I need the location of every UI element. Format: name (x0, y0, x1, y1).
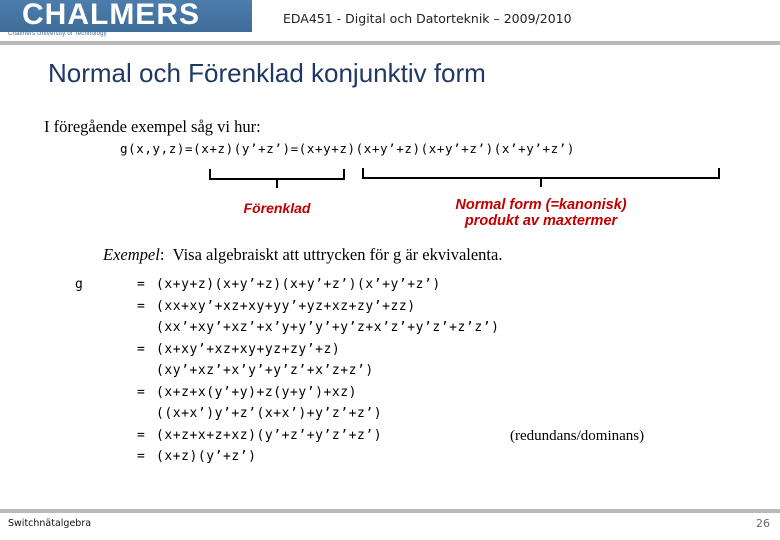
derivation-equals: = (137, 341, 145, 357)
derivation-expression: (x+z+x(y’+y)+z(y+y’)+xz) (156, 384, 358, 400)
brace-right-tick (718, 168, 720, 179)
derivation-equals: = (137, 449, 145, 464)
derivation-expression: (xx’+xy’+xz’+x’y+y’y’+y’z+x’z’+y’z’+z’z’… (156, 320, 500, 335)
annotation-normal-line1: Normal form (=kanonisk) (455, 197, 627, 213)
derivation-expression: ((x+x’)y’+z’(x+x’)+y’z’+z’) (156, 406, 383, 421)
derivation-expression: (x+z)(y’+z’) (156, 449, 257, 464)
example-text: Visa algebraiskt att uttrycken för g är … (172, 245, 503, 264)
derivation-row: (xx’+xy’+xz’+x’y+y’y’+y’z+x’z’+y’z’+z’z’… (60, 320, 760, 342)
example-separator: : (159, 245, 165, 264)
example-line: Exempel: Visa algebraiskt att uttrycken … (103, 245, 502, 265)
main-formula: g(x,y,z)=(x+z)(y’+z’)=(x+y+z)(x+y’+z)(x+… (120, 141, 576, 156)
derivation-lhs: g (75, 277, 83, 292)
brace-simplified (209, 167, 345, 188)
derivation-equals: = (137, 298, 145, 314)
brace-right-tick (343, 169, 345, 180)
derivation-row: ((x+x’)y’+z’(x+x’)+y’z’+z’) (60, 406, 760, 428)
derivation-block: g = (x+y+z)(x+y’+z)(x+y’+z’)(x’+y’+z’) = (xx… (60, 277, 760, 471)
derivation-row: = (x+xy’+xz+xy+yz+zy’+z) (60, 342, 760, 364)
derivation-row: = (x+z)(y’+z’) (60, 449, 760, 471)
footer-section-label: Switchnätalgebra (8, 518, 92, 529)
derivation-equals: = (137, 277, 145, 292)
derivation-equals: = (137, 384, 145, 400)
annotation-simplified: Förenklad (243, 200, 311, 216)
footer-divider (0, 509, 780, 513)
annotation-normal-form: Normal form (=kanonisk) produkt av maxte… (362, 197, 720, 229)
derivation-row: (xy’+xz’+x’y’+y’z’+x’z+z’) (60, 363, 760, 385)
derivation-row: = (xx+xy’+xz+xy+yy’+yz+xz+zy’+zz) (60, 299, 760, 321)
derivation-expression: (xx+xy’+xz+xy+yy’+yz+xz+zy’+zz) (156, 298, 416, 314)
brace-center-tick (276, 179, 278, 188)
brace-normal-form (362, 166, 720, 187)
derivation-expression: (x+y+z)(x+y’+z)(x+y’+z’)(x’+y’+z’) (156, 277, 441, 292)
derivation-row: = (x+z+x(y’+y)+z(y+y’)+xz) (60, 385, 760, 407)
course-title: EDA451 - Digital och Datorteknik – 2009/… (283, 11, 572, 26)
slide-header: CHALMERS Chalmers University of Technolo… (0, 0, 780, 45)
intro-text: I föregående exempel såg vi hur: (44, 117, 261, 136)
page-title: Normal och Förenklad konjunktiv form (48, 58, 486, 88)
brace-center-tick (540, 178, 542, 187)
derivation-expression: (x+z+x+z+xz)(y’+z’+y’z’+z’) (156, 427, 383, 443)
chalmers-logo: CHALMERS (0, 0, 252, 32)
derivation-row: g = (x+y+z)(x+y’+z)(x+y’+z’)(x’+y’+z’) (60, 277, 760, 299)
annotation-normal-line2: produkt av maxtermer (464, 213, 618, 229)
derivation-note: (redundans/dominans) (510, 427, 645, 444)
chalmers-logo-subtitle: Chalmers University of Technology (8, 31, 107, 37)
derivation-equals: = (137, 427, 145, 443)
derivation-row: = (x+z+x+z+xz)(y’+z’+y’z’+z’) (redundans/d… (60, 428, 760, 450)
chalmers-wordmark: CHALMERS (22, 0, 200, 31)
derivation-expression: (x+xy’+xz+xy+yz+zy’+z) (156, 341, 341, 357)
header-divider (0, 41, 780, 45)
page-number: 26 (756, 517, 770, 530)
example-keyword: Exempel (103, 245, 160, 264)
derivation-expression: (xy’+xz’+x’y’+y’z’+x’z+z’) (156, 363, 374, 378)
